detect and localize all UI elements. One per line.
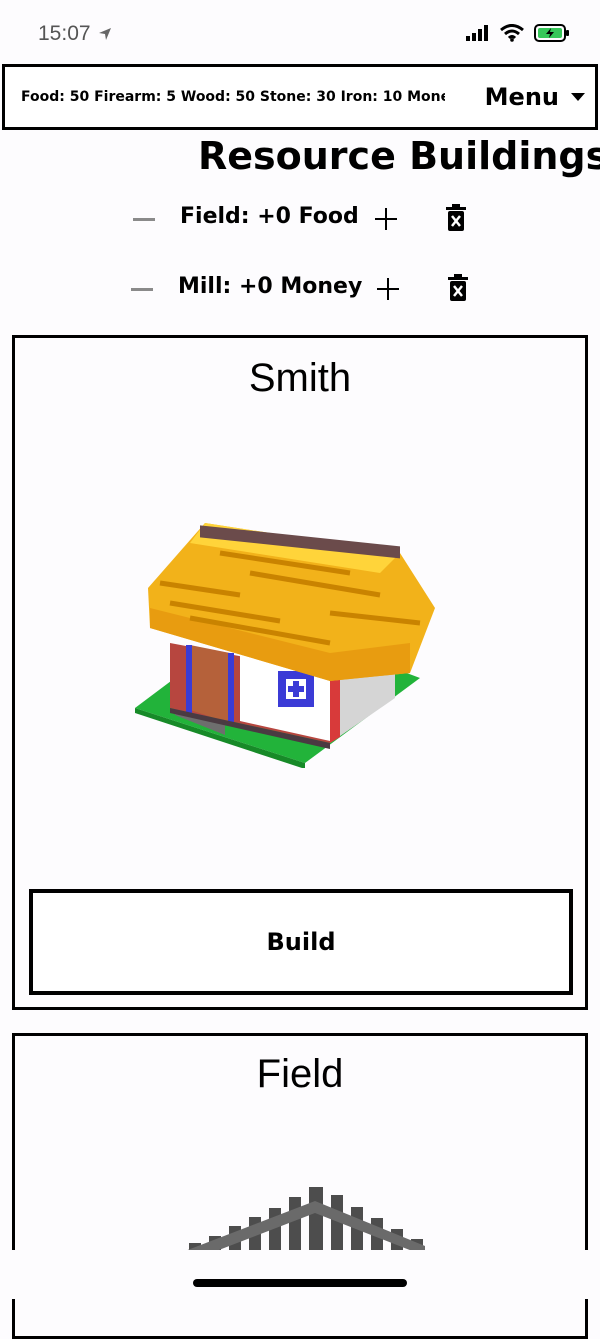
decrease-button[interactable] [133,218,155,221]
page-title: Resource Buildings [198,134,600,178]
delete-icon[interactable] [447,274,469,306]
wifi-icon [500,24,524,46]
increase-button[interactable] [377,278,399,300]
resource-bar: Food: 50 Firearm: 5 Wood: 50 Stone: 30 I… [2,64,598,130]
increase-button[interactable] [375,208,397,230]
decrease-button[interactable] [131,288,153,291]
smith-building-image [135,523,435,768]
home-indicator[interactable] [193,1279,407,1287]
location-arrow-icon [98,26,112,45]
field-building-image [185,1187,425,1261]
delete-icon[interactable] [445,204,467,236]
resource-counts: Food: 50 Firearm: 5 Wood: 50 Stone: 30 I… [21,89,445,105]
chevron-down-icon [571,93,585,101]
battery-icon [534,24,570,46]
building-card-smith: Smith Build [12,335,588,1010]
status-icons [466,24,570,46]
bottom-safe-area [0,1250,600,1299]
row-label: Field: +0 Food [180,204,359,229]
status-bar: 15:07 [0,0,600,64]
resource-row-mill: Mill: +0 Money [0,264,600,314]
build-button[interactable]: Build [29,889,573,995]
menu-label: Menu [484,83,559,111]
card-title: Field [256,1052,344,1096]
row-label: Mill: +0 Money [178,274,363,299]
status-time: 15:07 [38,22,91,45]
cellular-signal-icon [466,25,490,45]
card-title: Smith [248,356,352,400]
menu-button[interactable]: Menu [485,67,585,127]
resource-row-field: Field: +0 Food [0,194,600,244]
